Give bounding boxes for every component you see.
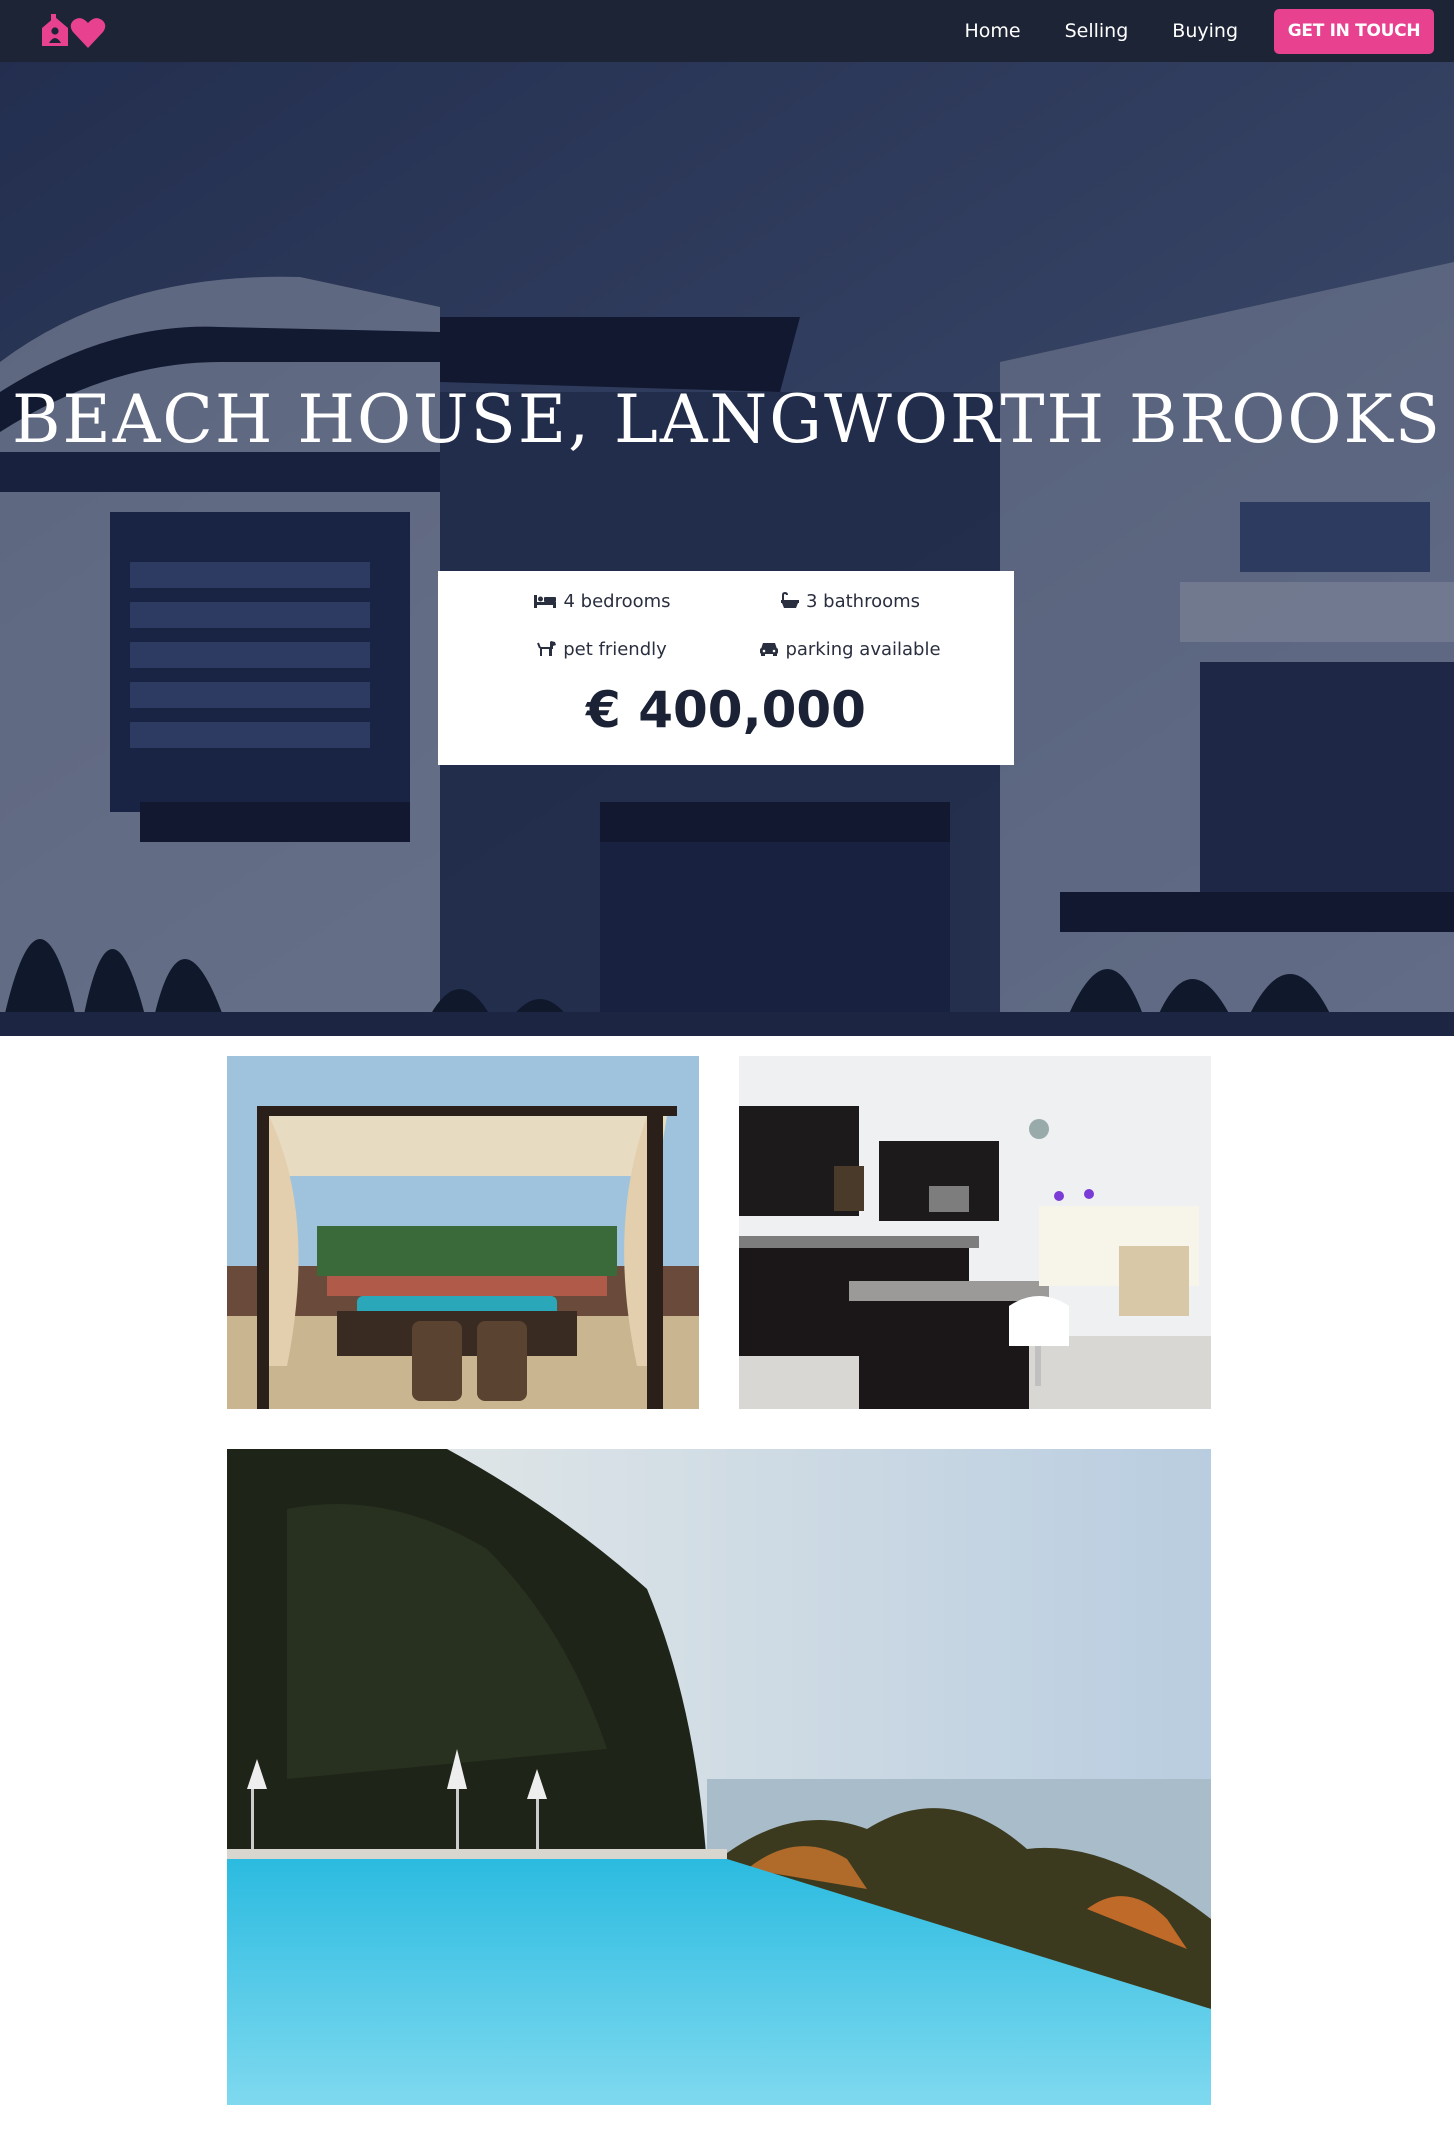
nav-link-home[interactable]: Home xyxy=(964,20,1020,42)
hero-banner: BEACH HOUSE, LANGWORTH BROOKS 4 bedrooms xyxy=(0,62,1454,1036)
car-icon xyxy=(760,643,779,656)
feature-bathrooms: 3 bathrooms xyxy=(726,589,974,613)
nav-link-buying[interactable]: Buying xyxy=(1172,20,1238,42)
site-logo[interactable] xyxy=(40,12,110,50)
dog-icon xyxy=(537,641,557,656)
kitchen-photo[interactable] xyxy=(739,1056,1211,1409)
hero-overlay xyxy=(0,62,1454,1036)
patio-cabana-photo[interactable] xyxy=(227,1056,699,1409)
top-navbar: Home Selling Buying GET IN TOUCH xyxy=(0,0,1454,62)
get-in-touch-button[interactable]: GET IN TOUCH xyxy=(1274,8,1434,54)
infinity-pool-photo[interactable] xyxy=(227,1449,1211,2105)
main-nav: Home Selling Buying GET IN TOUCH xyxy=(964,8,1434,54)
listing-price: € 400,000 xyxy=(586,681,866,739)
page-title: BEACH HOUSE, LANGWORTH BROOKS xyxy=(12,381,1442,458)
listing-info-card: 4 bedrooms 3 bathrooms pet friendly park… xyxy=(438,571,1014,765)
feature-label: parking available xyxy=(785,638,941,660)
feature-pet-friendly: pet friendly xyxy=(478,637,726,661)
feature-label: pet friendly xyxy=(563,638,667,660)
house-heart-icon xyxy=(42,14,106,48)
nav-link-selling[interactable]: Selling xyxy=(1065,20,1129,42)
feature-parking: parking available xyxy=(726,637,974,661)
bath-icon xyxy=(780,592,799,608)
feature-label: 3 bathrooms xyxy=(805,590,921,612)
feature-bedrooms: 4 bedrooms xyxy=(478,589,726,613)
feature-list: 4 bedrooms 3 bathrooms pet friendly park… xyxy=(438,589,1014,661)
feature-label: 4 bedrooms xyxy=(563,590,671,612)
bed-icon xyxy=(534,595,557,608)
